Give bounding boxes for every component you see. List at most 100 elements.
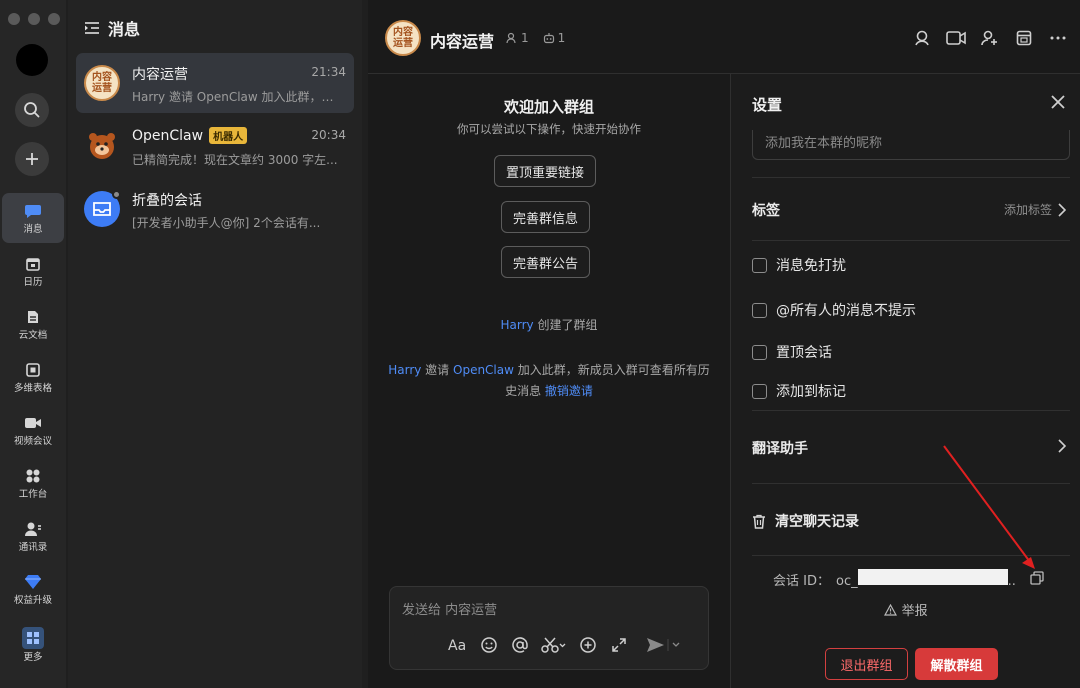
group-nickname-input[interactable]: 添加我在本群的昵称 bbox=[752, 130, 1070, 160]
welcome-subtitle: 你可以尝试以下操作，快速开始协作 bbox=[457, 122, 641, 136]
conversation-time: 21:34 bbox=[311, 65, 346, 79]
conversation-time: 20:34 bbox=[311, 128, 346, 142]
add-attachment-button[interactable] bbox=[578, 635, 598, 655]
conversation-item[interactable]: 内容 运营 内容运营 21:34 Harry 邀请 OpenClaw 加入此群，… bbox=[76, 53, 354, 113]
rail-item-label: 更多 bbox=[23, 652, 43, 663]
clear-history-button[interactable]: 清空聊天记录 bbox=[752, 511, 859, 531]
rail-item-more[interactable]: 更多 bbox=[2, 620, 64, 670]
group-avatar: 内容 运营 bbox=[84, 65, 120, 101]
chat-header-actions bbox=[912, 28, 1068, 48]
system-message-invite: Harry 邀请 OpenClaw 加入此群，新成员入群可查看所有历史消息 撤销… bbox=[388, 363, 710, 398]
group-avatar[interactable]: 内容 运营 bbox=[385, 20, 421, 56]
more-button[interactable] bbox=[1048, 28, 1068, 48]
member-count[interactable]: 1 bbox=[506, 31, 529, 45]
close-settings-button[interactable] bbox=[1048, 92, 1068, 112]
tags-label: 标签 bbox=[752, 203, 780, 219]
welcome-title: 欢迎加入群组 bbox=[503, 98, 594, 116]
dissolve-group-button[interactable]: 解散群组 bbox=[915, 648, 998, 680]
pin-chat-checkbox[interactable] bbox=[752, 344, 767, 360]
window-close-button[interactable] bbox=[8, 13, 20, 25]
create-button[interactable] bbox=[15, 142, 49, 176]
message-composer[interactable]: 发送给 内容运营 Aa bbox=[389, 586, 709, 670]
side-panel-button[interactable] bbox=[1014, 28, 1034, 48]
send-button[interactable] bbox=[646, 635, 682, 655]
chat-header: 内容 运营 内容运营 1 1 bbox=[368, 0, 1080, 74]
add-member-button[interactable] bbox=[980, 28, 1000, 48]
report-button[interactable]: 举报 bbox=[731, 600, 1080, 619]
window-minimize-button[interactable] bbox=[28, 13, 40, 25]
emoji-button[interactable] bbox=[479, 635, 499, 655]
mute-checkbox[interactable] bbox=[752, 257, 767, 273]
conversation-name: 内容运营 bbox=[132, 67, 188, 83]
window-controls bbox=[8, 13, 60, 25]
revoke-invite-link[interactable]: 撤销邀请 bbox=[545, 384, 593, 398]
search-button[interactable] bbox=[15, 93, 49, 127]
chat-window: 内容 运营 内容运营 1 1 欢迎加入群组 你可以尝试以下操作，快速开始协作 置… bbox=[368, 0, 1080, 688]
screenshot-button[interactable] bbox=[541, 635, 567, 655]
conversation-item[interactable]: OpenClaw 机器人 20:34 已精简完成！现在文章约 3000 字左..… bbox=[76, 116, 354, 176]
system-message-created: Harry 创建了群组 bbox=[500, 318, 598, 332]
copy-icon[interactable] bbox=[1030, 571, 1044, 585]
rail-item-label: 工作台 bbox=[18, 489, 48, 500]
rail-item-docs[interactable]: 云文档 bbox=[2, 299, 64, 349]
rail-item-workplace[interactable]: 工作台 bbox=[2, 458, 64, 508]
chevron-right-icon bbox=[1058, 439, 1066, 453]
mute-notifications-option[interactable]: 消息免打扰 bbox=[752, 255, 846, 275]
conversation-preview: 已精简完成！现在文章约 3000 字左... bbox=[132, 153, 338, 167]
divider bbox=[752, 177, 1070, 178]
member-icon bbox=[506, 32, 516, 44]
mute-at-all-checkbox[interactable] bbox=[752, 302, 767, 318]
leave-group-button[interactable]: 退出群组 bbox=[825, 648, 908, 680]
rail-item-label: 视频会议 bbox=[13, 436, 52, 447]
rail-item-calendar[interactable]: 日历 bbox=[2, 246, 64, 296]
svg-text:Aa: Aa bbox=[448, 638, 466, 653]
base-table-icon bbox=[23, 360, 43, 380]
rail-item-label: 日历 bbox=[23, 277, 43, 288]
rail-item-contacts[interactable]: 通讯录 bbox=[2, 511, 64, 561]
rail-item-upgrade[interactable]: 权益升级 bbox=[2, 564, 64, 614]
profile-search-button[interactable] bbox=[912, 28, 932, 48]
app-rail: 消息 日历 云文档 多维表格 视频会议 工作台 通讯录 权益升级 更多 bbox=[0, 0, 66, 688]
warning-icon bbox=[884, 603, 898, 616]
conversation-item-folded[interactable]: 折叠的会话 [开发者小助手人@你] 2个会话有... bbox=[76, 179, 354, 239]
conversation-list-title: 消息 bbox=[108, 20, 141, 39]
pin-links-button[interactable]: 置顶重要链接 bbox=[494, 155, 597, 187]
mention-button[interactable] bbox=[510, 635, 530, 655]
add-tag-button[interactable]: 添加标签 bbox=[1004, 201, 1066, 218]
folded-inbox-avatar bbox=[84, 190, 121, 227]
trash-icon bbox=[753, 514, 765, 529]
translate-assistant-chevron[interactable] bbox=[1058, 439, 1066, 453]
user-link[interactable]: Harry bbox=[501, 318, 534, 332]
add-user-icon bbox=[981, 30, 997, 46]
rail-item-meeting[interactable]: 视频会议 bbox=[2, 405, 64, 455]
conversation-preview: [开发者小助手人@你] 2个会话有... bbox=[132, 216, 321, 230]
bot-count[interactable]: 1 bbox=[543, 31, 565, 45]
rail-item-label: 消息 bbox=[23, 224, 43, 235]
user-link[interactable]: Harry bbox=[388, 363, 421, 377]
divider bbox=[752, 555, 1070, 556]
chat-meta: 1 1 bbox=[506, 31, 565, 45]
rail-item-messages[interactable]: 消息 bbox=[2, 193, 64, 243]
complete-announcement-button[interactable]: 完善群公告 bbox=[501, 246, 591, 278]
translate-assistant-label[interactable]: 翻译助手 bbox=[752, 438, 808, 458]
pin-chat-option[interactable]: 置顶会话 bbox=[752, 342, 832, 362]
complete-group-info-button[interactable]: 完善群信息 bbox=[501, 201, 591, 233]
format-button[interactable]: Aa bbox=[448, 635, 468, 655]
list-collapse-icon[interactable] bbox=[84, 21, 100, 35]
video-call-button[interactable] bbox=[946, 28, 966, 48]
conversation-list: 消息 内容 运营 内容运营 21:34 Harry 邀请 OpenClaw 加入… bbox=[68, 0, 362, 688]
add-flag-checkbox[interactable] bbox=[752, 383, 767, 399]
window-zoom-button[interactable] bbox=[48, 13, 60, 25]
rail-item-base[interactable]: 多维表格 bbox=[2, 352, 64, 402]
conversation-preview: Harry 邀请 OpenClaw 加入此群，新... bbox=[132, 90, 344, 104]
add-flag-option[interactable]: 添加到标记 bbox=[752, 381, 846, 401]
more-apps-icon bbox=[22, 627, 44, 649]
user-avatar[interactable] bbox=[16, 44, 48, 76]
divider bbox=[752, 410, 1070, 411]
chat-title[interactable]: 内容运营 bbox=[430, 28, 494, 52]
mute-at-all-option[interactable]: @所有人的消息不提示 bbox=[752, 300, 916, 320]
expand-composer-button[interactable] bbox=[609, 635, 629, 655]
composer-placeholder: 发送给 内容运营 bbox=[402, 603, 498, 618]
send-icon bbox=[647, 638, 680, 652]
bot-link[interactable]: OpenClaw bbox=[453, 363, 514, 377]
